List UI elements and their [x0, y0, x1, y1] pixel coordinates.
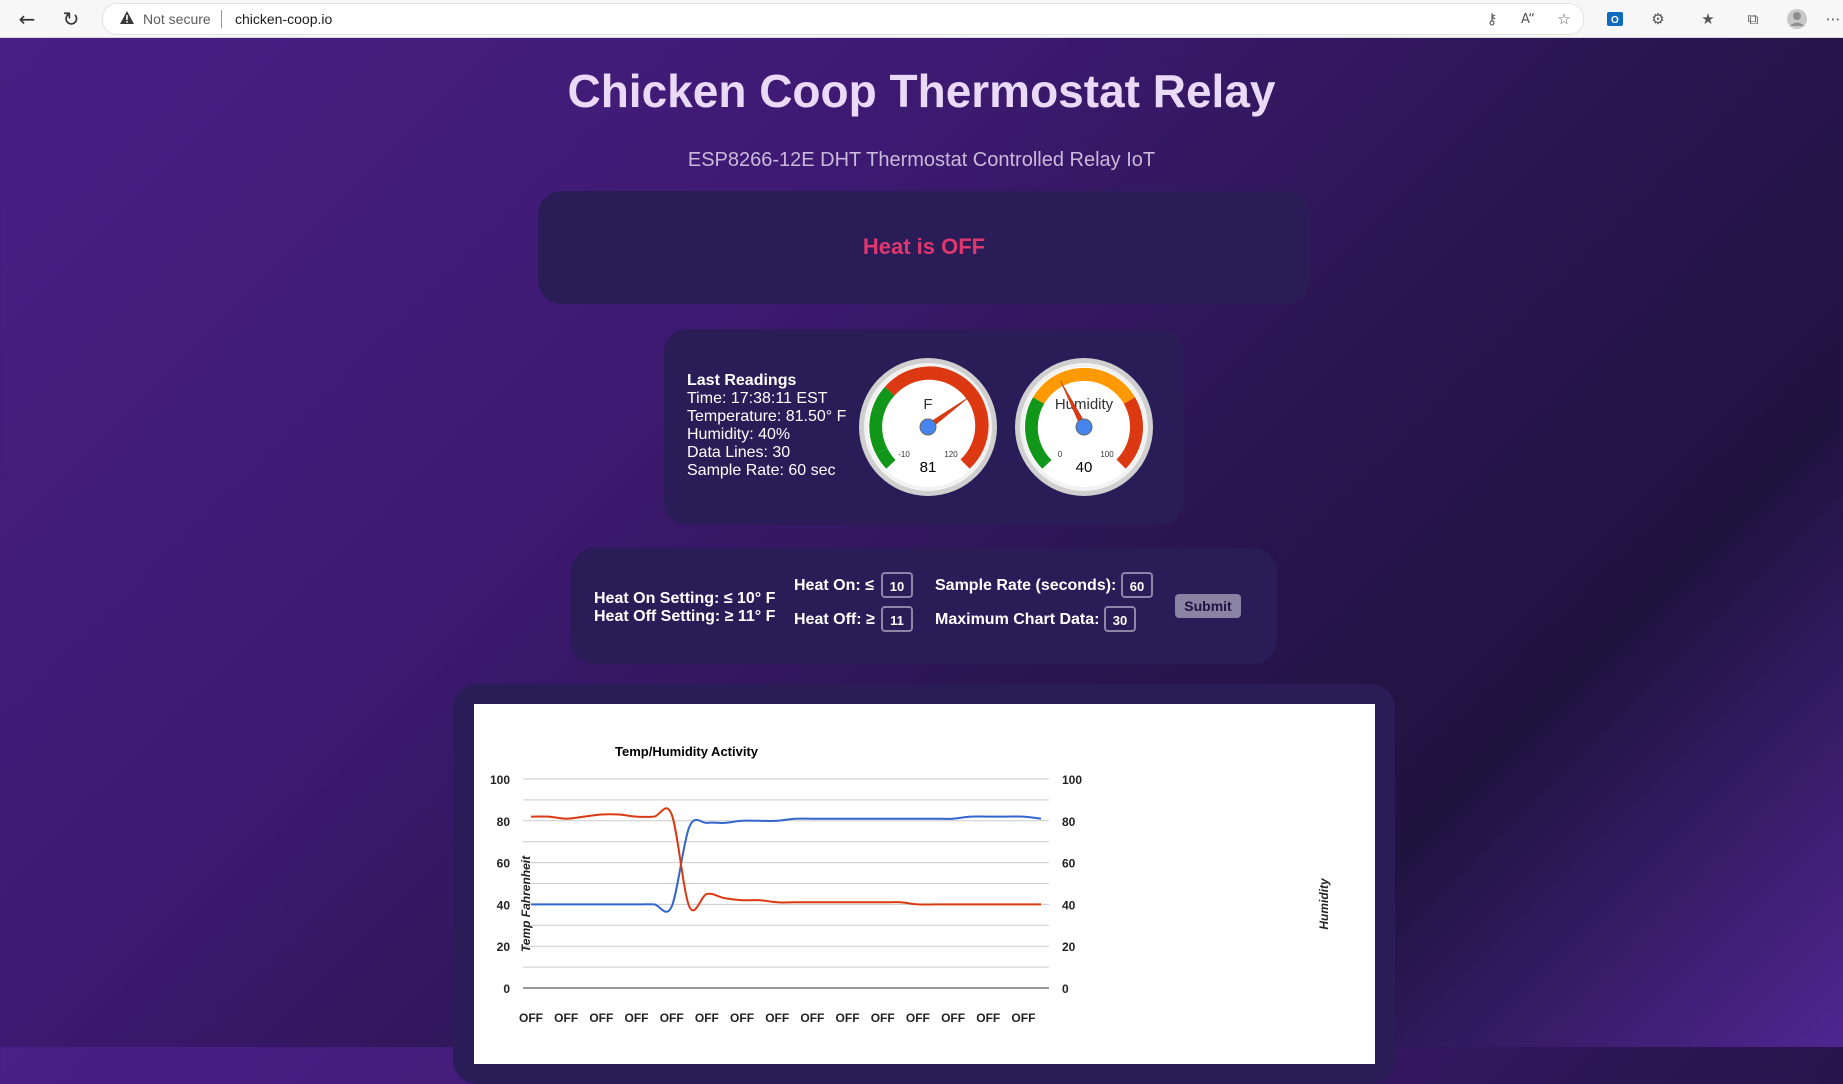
reading-time: Time: 17:38:11 EST	[687, 390, 828, 407]
favorite-add-icon[interactable]: ☆	[1553, 8, 1575, 30]
sample-rate-input[interactable]: 60	[1121, 572, 1153, 598]
y-tick-label-left: 0	[503, 982, 510, 996]
y-tick-label-left: 100	[490, 773, 510, 787]
x-tick-label: OFF	[836, 1011, 860, 1025]
x-tick-label: OFF	[519, 1011, 543, 1025]
temp-gauge-max: 120	[944, 450, 958, 459]
readings-heading: Last Readings	[687, 372, 797, 389]
x-tick-label: OFF	[871, 1011, 895, 1025]
extensions-icon[interactable]: ⚙	[1647, 8, 1669, 30]
reload-icon[interactable]: ↻	[58, 6, 84, 32]
more-menu-icon[interactable]: ⋯	[1822, 8, 1843, 30]
x-tick-label: OFF	[625, 1011, 649, 1025]
submit-button[interactable]: Submit	[1175, 594, 1241, 618]
page-subtitle: ESP8266-12E DHT Thermostat Controlled Re…	[687, 149, 1156, 171]
y-tick-label-left: 40	[497, 898, 511, 912]
read-aloud-icon[interactable]: A“	[1517, 8, 1539, 30]
y-tick-label-right: 100	[1062, 773, 1082, 787]
x-tick-label: OFF	[730, 1011, 754, 1025]
max-chart-data-label: Maximum Chart Data:	[935, 611, 1100, 628]
series-line-1	[531, 815, 1042, 913]
x-tick-label: OFF	[554, 1011, 578, 1025]
y-tick-label-left: 20	[497, 940, 511, 954]
page-title: Chicken Coop Thermostat Relay	[567, 65, 1276, 117]
y-tick-label-right: 20	[1062, 940, 1076, 954]
heat-off-input[interactable]: 11	[881, 606, 913, 632]
heat-off-setting-text: Heat Off Setting: ≥ 11° F	[594, 608, 776, 625]
x-tick-label: OFF	[695, 1011, 719, 1025]
y-tick-label-right: 0	[1062, 982, 1069, 996]
max-chart-data-input[interactable]: 30	[1104, 606, 1136, 632]
url-text[interactable]: chicken-coop.io	[235, 11, 332, 27]
temp-humidity-chart: Temp/Humidity Activity 0 0 20 20 40 40 60 60 80 8…	[490, 744, 1331, 1025]
heat-on-setting-text: Heat On Setting: ≤ 10° F	[594, 590, 776, 607]
security-status-text[interactable]: Not secure	[143, 11, 211, 27]
y-tick-label-left: 60	[497, 857, 511, 871]
key-icon[interactable]: ⚷	[1481, 8, 1503, 30]
heat-status-text: Heat is OFF	[862, 234, 986, 259]
last-readings: Last Readings Time: 17:38:11 EST Tempera…	[687, 372, 846, 480]
svg-text:O: O	[1611, 15, 1619, 26]
reading-temperature: Temperature: 81.50° F	[687, 408, 847, 425]
y-tick-label-right: 40	[1062, 898, 1076, 912]
humidity-gauge-value: 40	[1076, 459, 1093, 476]
sample-rate-label: Sample Rate (seconds):	[935, 577, 1117, 594]
y-axis-title-right: Humidity	[1317, 877, 1331, 930]
y-tick-label-right: 60	[1062, 857, 1076, 871]
y-tick-label-right: 80	[1062, 815, 1076, 829]
temperature-gauge: F -10 120 81	[859, 358, 997, 496]
collections-icon[interactable]: ⧉	[1742, 8, 1764, 30]
chart-title: Temp/Humidity Activity	[615, 744, 759, 759]
x-tick-label: OFF	[976, 1011, 1000, 1025]
humidity-gauge-label: Humidity	[1055, 396, 1114, 413]
reading-sample-rate: Sample Rate: 60 sec	[687, 462, 836, 479]
x-tick-label: OFF	[800, 1011, 824, 1025]
x-tick-label: OFF	[589, 1011, 613, 1025]
x-tick-label: OFF	[660, 1011, 684, 1025]
settings-card: Heat On Setting: ≤ 10° F Heat Off Settin…	[571, 548, 1277, 664]
temp-gauge-label: F	[923, 396, 932, 413]
x-tick-label: OFF	[941, 1011, 965, 1025]
y-axis-title-left: Temp Fahrenheit	[519, 855, 533, 952]
humidity-gauge: Humidity 0 100 40	[1015, 358, 1153, 496]
reading-data-lines: Data Lines: 30	[687, 444, 791, 461]
temp-gauge-min: -10	[898, 450, 910, 459]
heat-off-label: Heat Off: ≥	[794, 611, 875, 628]
x-tick-label: OFF	[765, 1011, 789, 1025]
browser-toolbar: ← ↻ Not secure chicken-coop.io ⚷ A“ ☆ O …	[0, 0, 1843, 38]
favorites-icon[interactable]: ★	[1697, 8, 1719, 30]
x-tick-label: OFF	[906, 1011, 930, 1025]
readings-card: Last Readings Time: 17:38:11 EST Tempera…	[664, 329, 1184, 525]
heat-on-input[interactable]: 10	[881, 572, 913, 598]
address-separator	[221, 10, 222, 28]
y-tick-label-left: 80	[497, 815, 511, 829]
humidity-gauge-max: 100	[1100, 450, 1114, 459]
back-icon[interactable]: ←	[14, 6, 40, 32]
profile-avatar-icon[interactable]	[1786, 8, 1808, 30]
temp-gauge-value: 81	[920, 459, 937, 476]
address-bar[interactable]: Not secure chicken-coop.io	[102, 3, 1584, 35]
warning-icon	[120, 11, 134, 24]
outlook-icon[interactable]: O	[1604, 8, 1626, 30]
reading-humidity: Humidity: 40%	[687, 426, 791, 443]
heat-on-label: Heat On: ≤	[794, 577, 874, 594]
humidity-gauge-min: 0	[1058, 450, 1063, 459]
heat-status-card: Heat is OFF	[538, 191, 1310, 304]
x-tick-label: OFF	[1011, 1011, 1035, 1025]
series-line-2	[530, 807, 1041, 912]
